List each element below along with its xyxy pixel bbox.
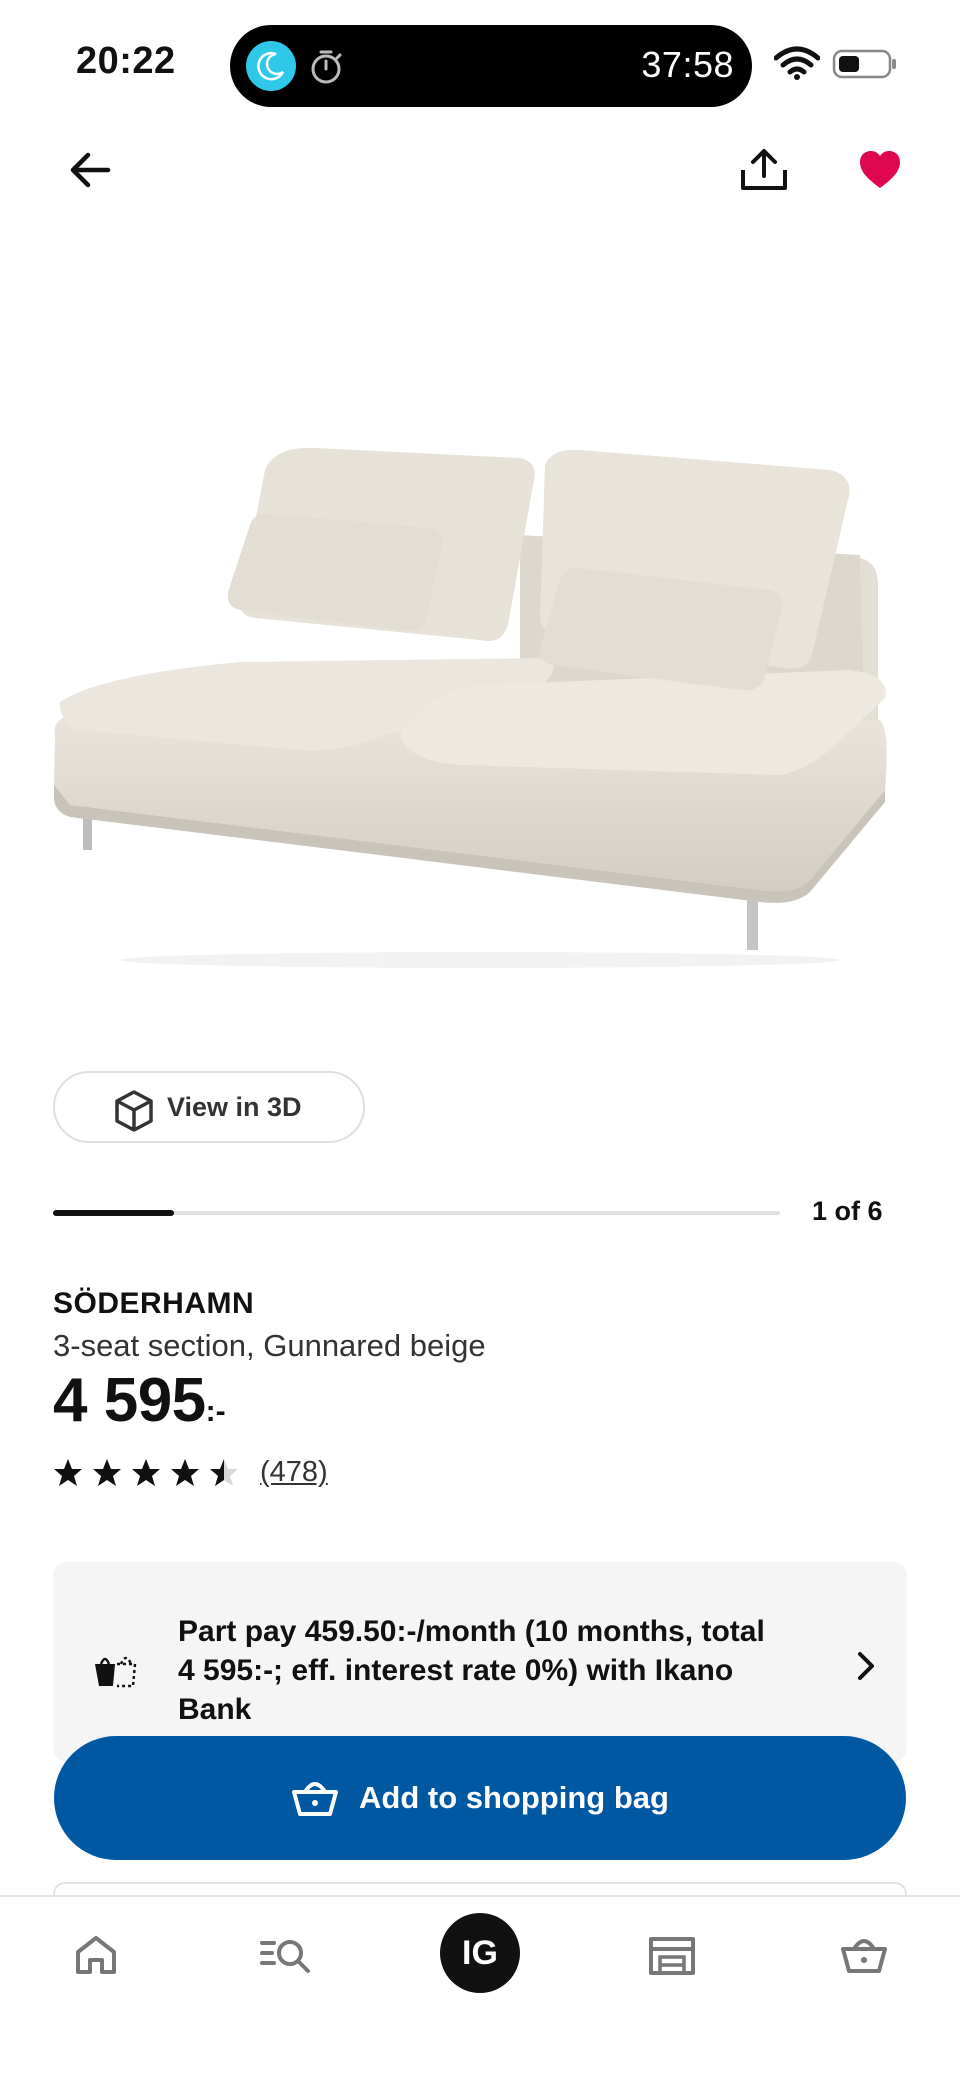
tab-bag[interactable] (832, 1923, 896, 1987)
timer-icon (306, 47, 346, 87)
star-icon (210, 1458, 238, 1486)
price-amount: 4 595 (53, 1366, 206, 1435)
tab-home[interactable] (64, 1923, 128, 1987)
gallery-progress-fill (53, 1210, 175, 1216)
tab-profile[interactable]: IG (440, 1913, 520, 1993)
star-icon (93, 1458, 121, 1486)
part-pay-card[interactable]: Part pay 459.50:-/month (10 months, tota… (53, 1562, 907, 1762)
star-icon (171, 1458, 199, 1486)
part-pay-bag-icon (95, 1656, 137, 1688)
search-icon (260, 1940, 310, 1973)
rating-stars (53, 1458, 248, 1488)
price-suffix: :- (205, 1395, 226, 1428)
tab-search[interactable] (254, 1923, 318, 1987)
gallery-progress (53, 1210, 780, 1216)
product-description: 3-seat section, Gunnared beige (53, 1328, 486, 1363)
arrow-left-icon (70, 152, 111, 188)
heart-filled-icon (860, 151, 900, 188)
status-time: 20:22 (76, 40, 176, 82)
add-to-bag-button[interactable]: Add to shopping bag (54, 1736, 906, 1860)
rating[interactable]: (478) (53, 1456, 328, 1489)
back-button[interactable] (60, 140, 120, 200)
wifi-icon (773, 46, 821, 80)
dynamic-island: 37:58 (230, 25, 752, 107)
product-name: SÖDERHAMN (53, 1287, 255, 1320)
store-icon (649, 1937, 695, 1975)
bottom-tab-bar: IG (0, 1895, 960, 2081)
tab-stores[interactable] (640, 1923, 704, 1987)
moon-icon (246, 41, 296, 91)
home-icon (76, 1936, 116, 1974)
image-counter: 1 of 6 (812, 1196, 883, 1226)
star-icon (54, 1458, 82, 1486)
view-in-3d-label: View in 3D (167, 1091, 302, 1122)
star-icon (132, 1458, 160, 1486)
view-in-3d-button[interactable]: View in 3D (53, 1071, 365, 1143)
battery-icon (832, 48, 898, 80)
rating-count[interactable]: (478) (260, 1456, 328, 1489)
chevron-right-icon (858, 1652, 874, 1680)
product-price: 4 595:- (53, 1370, 226, 1432)
favorite-button[interactable] (848, 140, 912, 200)
share-button[interactable] (732, 138, 796, 202)
timer-text: 37:58 (641, 44, 734, 85)
basket-icon (841, 1939, 887, 1973)
cube-3d-icon (115, 1090, 153, 1132)
basket-icon (292, 1782, 339, 1816)
add-to-bag-label: Add to shopping bag (359, 1780, 669, 1815)
part-pay-text: Part pay 459.50:-/month (10 months, tota… (178, 1615, 765, 1726)
product-image[interactable] (40, 440, 920, 980)
share-icon (741, 149, 787, 190)
